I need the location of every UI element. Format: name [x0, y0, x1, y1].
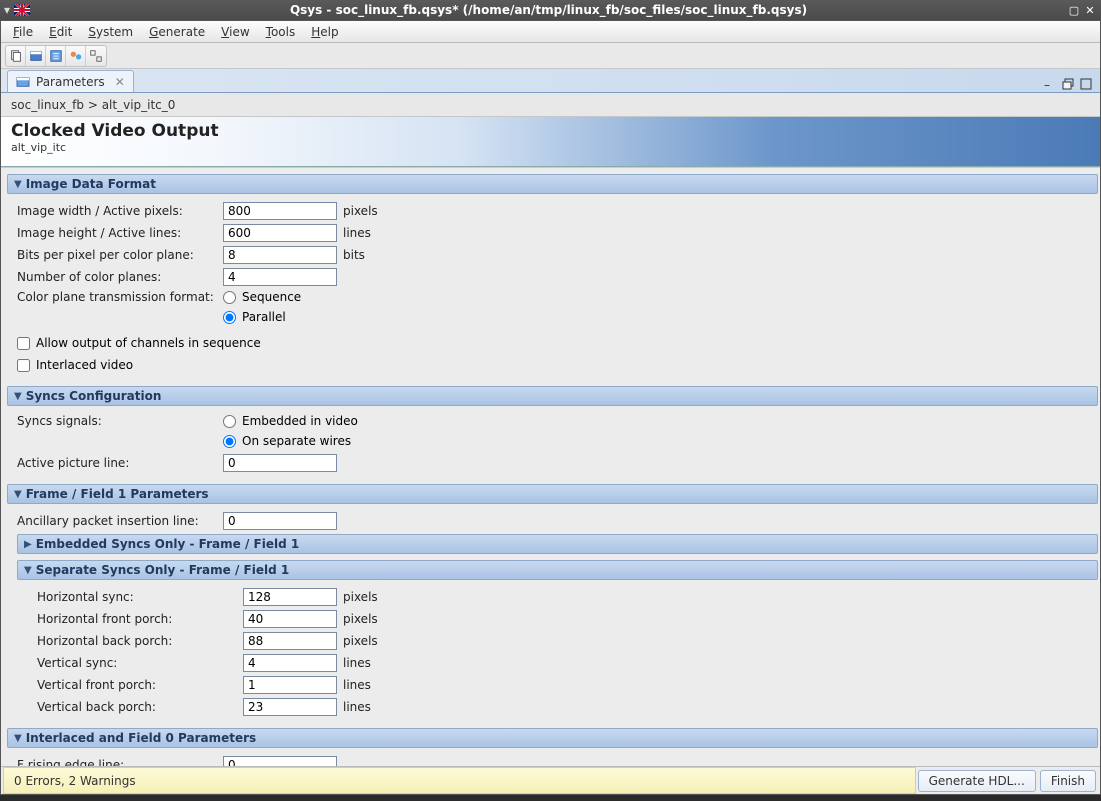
hfp-input[interactable]: [243, 610, 337, 628]
active-picture-line-input[interactable]: [223, 454, 337, 472]
expand-icon: ▶: [24, 539, 32, 550]
parameters-icon: [16, 76, 30, 88]
uk-flag-icon: [14, 4, 30, 16]
hfp-label: Horizontal front porch:: [37, 612, 243, 626]
restore-panel-icon[interactable]: [1062, 78, 1076, 92]
vbp-label: Vertical back porch:: [37, 700, 243, 714]
ancillary-label: Ancillary packet insertion line:: [17, 514, 223, 528]
vfp-label: Vertical front porch:: [37, 678, 243, 692]
tab-parameters[interactable]: Parameters ✕: [7, 70, 134, 92]
bpp-label: Bits per pixel per color plane:: [17, 248, 223, 262]
active-picture-line-label: Active picture line:: [17, 456, 223, 470]
transfmt-sequence-radio[interactable]: Sequence: [223, 290, 301, 304]
minimize-panel-icon[interactable]: –: [1044, 78, 1058, 92]
section-frame-field1[interactable]: ▼ Frame / Field 1 Parameters: [7, 484, 1098, 504]
maximize-button[interactable]: ▢: [1067, 3, 1081, 17]
image-width-input[interactable]: [223, 202, 337, 220]
page-title: Clocked Video Output: [11, 121, 1090, 141]
allow-seq-checkbox[interactable]: Allow output of channels in sequence: [17, 332, 1088, 354]
hsync-label: Horizontal sync:: [37, 590, 243, 604]
page-subtitle: alt_vip_itc: [11, 141, 1090, 154]
finish-button[interactable]: Finish: [1040, 770, 1096, 792]
vsync-input[interactable]: [243, 654, 337, 672]
menu-tools[interactable]: Tools: [258, 23, 304, 41]
tabbar: Parameters ✕ –: [1, 69, 1100, 93]
section-image-data-format[interactable]: ▼ Image Data Format: [7, 174, 1098, 194]
menu-generate[interactable]: Generate: [141, 23, 213, 41]
toolbar-btn-5[interactable]: [86, 46, 106, 66]
toolbar-btn-3[interactable]: [46, 46, 66, 66]
menu-help[interactable]: Help: [303, 23, 346, 41]
toolbar: [1, 43, 1100, 69]
toolbar-btn-2[interactable]: [26, 46, 46, 66]
section-syncs-config[interactable]: ▼ Syncs Configuration: [7, 386, 1098, 406]
footer: 0 Errors, 2 Warnings Generate HDL... Fin…: [1, 766, 1100, 794]
image-width-label: Image width / Active pixels:: [17, 204, 223, 218]
planes-label: Number of color planes:: [17, 270, 223, 284]
hbp-label: Horizontal back porch:: [37, 634, 243, 648]
collapse-icon: ▼: [14, 179, 22, 190]
os-titlebar: ▾ Qsys - soc_linux_fb.qsys* (/home/an/tm…: [0, 0, 1101, 20]
component-header: Clocked Video Output alt_vip_itc: [1, 117, 1100, 167]
interlaced-checkbox[interactable]: Interlaced video: [17, 354, 1088, 376]
section-interlaced-field0[interactable]: ▼ Interlaced and Field 0 Parameters: [7, 728, 1098, 748]
syncs-embedded-radio[interactable]: Embedded in video: [223, 414, 358, 428]
toolbar-btn-1[interactable]: [6, 46, 26, 66]
detach-panel-icon[interactable]: [1080, 78, 1094, 92]
close-window-button[interactable]: ✕: [1083, 3, 1097, 17]
breadcrumb: soc_linux_fb > alt_vip_itc_0: [1, 93, 1100, 117]
menu-view[interactable]: View: [213, 23, 257, 41]
collapse-icon: ▼: [24, 565, 32, 576]
menu-system[interactable]: System: [80, 23, 141, 41]
toolbar-btn-4[interactable]: [66, 46, 86, 66]
transfmt-parallel-radio[interactable]: Parallel: [223, 310, 301, 324]
app-window: FileEditSystemGenerateViewToolsHelp Para…: [0, 20, 1101, 795]
menu-file[interactable]: File: [5, 23, 41, 41]
frising-input[interactable]: [223, 756, 337, 766]
parameters-scroll[interactable]: ▼ Image Data Format Image width / Active…: [1, 168, 1100, 766]
vsync-label: Vertical sync:: [37, 656, 243, 670]
collapse-icon: ▼: [14, 489, 22, 500]
planes-input[interactable]: [223, 268, 337, 286]
section-embedded-syncs-f1[interactable]: ▶ Embedded Syncs Only - Frame / Field 1: [17, 534, 1098, 554]
ancillary-input[interactable]: [223, 512, 337, 530]
status-bar: 0 Errors, 2 Warnings: [3, 767, 916, 794]
bpp-input[interactable]: [223, 246, 337, 264]
section-separate-syncs-f1[interactable]: ▼ Separate Syncs Only - Frame / Field 1: [17, 560, 1098, 580]
hbp-input[interactable]: [243, 632, 337, 650]
syncs-separate-radio[interactable]: On separate wires: [223, 434, 358, 448]
frising-label: F rising edge line:: [17, 758, 223, 766]
menubar: FileEditSystemGenerateViewToolsHelp: [1, 21, 1100, 43]
window-menu-icon[interactable]: ▾: [4, 3, 10, 17]
collapse-icon: ▼: [14, 733, 22, 744]
generate-hdl-button[interactable]: Generate HDL...: [918, 770, 1036, 792]
menu-edit[interactable]: Edit: [41, 23, 80, 41]
hsync-input[interactable]: [243, 588, 337, 606]
tab-close-icon[interactable]: ✕: [115, 75, 125, 89]
tab-label: Parameters: [36, 75, 105, 89]
image-height-input[interactable]: [223, 224, 337, 242]
transfmt-label: Color plane transmission format:: [17, 288, 223, 304]
window-title: Qsys - soc_linux_fb.qsys* (/home/an/tmp/…: [30, 3, 1067, 17]
syncs-signals-label: Syncs signals:: [17, 412, 223, 428]
vbp-input[interactable]: [243, 698, 337, 716]
vfp-input[interactable]: [243, 676, 337, 694]
image-height-label: Image height / Active lines:: [17, 226, 223, 240]
collapse-icon: ▼: [14, 391, 22, 402]
